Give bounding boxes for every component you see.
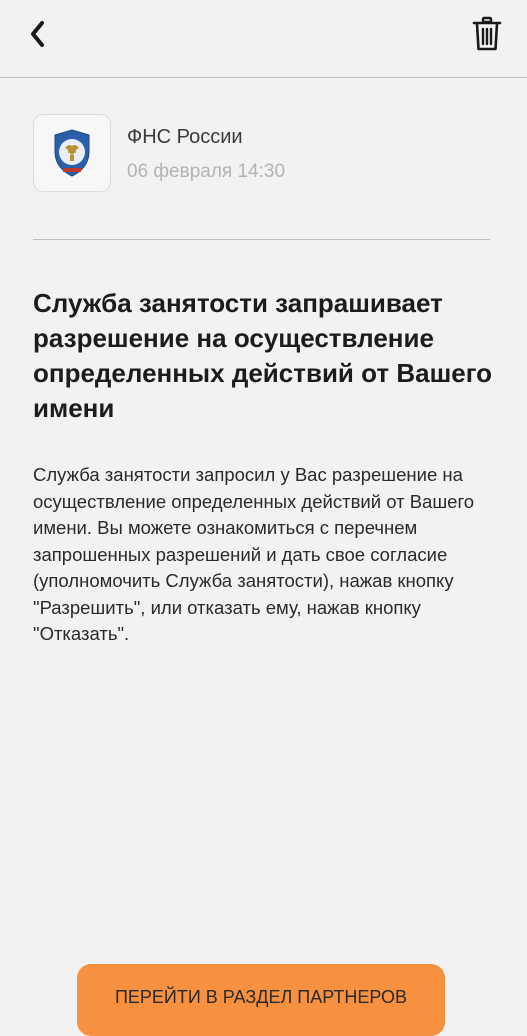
message-date: 06 февраля 14:30	[127, 161, 286, 182]
fns-emblem-icon	[54, 129, 90, 177]
sender-logo	[33, 114, 111, 192]
top-bar	[0, 0, 527, 78]
sender-block: ФНС России 06 февраля 14:30	[33, 114, 493, 194]
trash-icon	[472, 16, 502, 51]
back-button[interactable]	[20, 14, 56, 54]
go-to-partners-button[interactable]: ПЕРЕЙТИ В РАЗДЕЛ ПАРТНЕРОВ	[77, 964, 445, 1036]
chevron-left-icon	[31, 21, 44, 47]
go-to-partners-label: ПЕРЕЙТИ В РАЗДЕЛ ПАРТНЕРОВ	[114, 987, 408, 1007]
message-title: Служба занятости запрашивает разрешение …	[33, 288, 493, 423]
delete-button[interactable]	[467, 12, 507, 56]
message-body: Служба занятости запросил у Вас разрешен…	[33, 464, 475, 644]
divider	[33, 239, 490, 240]
sender-name: ФНС России	[127, 126, 243, 148]
